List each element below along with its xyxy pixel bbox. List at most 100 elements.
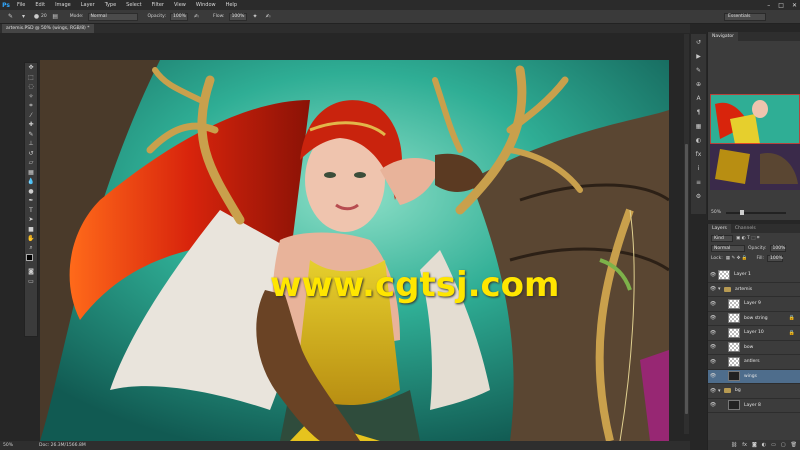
tool-presets-icon[interactable]: ⚙ xyxy=(694,192,703,201)
visibility-eye-icon[interactable]: 👁 xyxy=(708,344,718,350)
navigator-thumbnail[interactable] xyxy=(710,94,800,190)
mode-select[interactable]: Normal xyxy=(87,12,138,21)
stamp-tool-icon[interactable]: ⊥ xyxy=(25,139,37,149)
visibility-eye-icon[interactable]: 👁 xyxy=(708,373,718,379)
add-mask-icon[interactable]: ◙ xyxy=(752,442,757,448)
visibility-eye-icon[interactable]: 👁 xyxy=(708,388,718,394)
layer-name[interactable]: Layer 1 xyxy=(734,272,751,277)
tab-navigator[interactable]: Navigator xyxy=(708,32,739,41)
adjustments-icon[interactable]: ◐ xyxy=(694,136,703,145)
color-swatches[interactable] xyxy=(25,253,37,267)
layer-row[interactable]: 👁 antlers xyxy=(708,355,800,370)
visibility-eye-icon[interactable]: 👁 xyxy=(708,402,718,408)
brush-preset-icon[interactable]: ● xyxy=(32,12,41,21)
layer-name[interactable]: Layer 9 xyxy=(744,301,761,306)
document-canvas[interactable]: www.cgtsj.com xyxy=(40,60,669,441)
close-button[interactable]: ✕ xyxy=(792,2,797,9)
screen-mode-icon[interactable]: ▭ xyxy=(25,277,37,287)
dodge-tool-icon[interactable]: ● xyxy=(25,187,37,197)
visibility-eye-icon[interactable]: 👁 xyxy=(708,359,718,365)
paragraph-icon[interactable]: ¶ xyxy=(694,108,703,117)
visibility-eye-icon[interactable]: 👁 xyxy=(708,286,718,292)
adjustment-layer-icon[interactable]: ◐ xyxy=(762,442,766,448)
layer-thumbnail[interactable] xyxy=(728,400,740,411)
layer-thumbnail[interactable] xyxy=(728,342,740,353)
menu-filter[interactable]: Filter xyxy=(147,0,169,10)
delete-layer-icon[interactable]: 🗑 xyxy=(791,442,797,448)
brush-tool-icon[interactable]: ✎ xyxy=(6,12,15,21)
layer-thumbnail[interactable] xyxy=(718,269,730,280)
filter-icons[interactable]: ▣ ◐ T ⬚ ⌗ xyxy=(736,235,759,241)
layer-thumbnail[interactable] xyxy=(728,327,740,338)
properties-icon[interactable]: ≡ xyxy=(694,178,703,187)
opacity-input[interactable]: 100% xyxy=(170,12,189,21)
brush-tool-icon[interactable]: ✎ xyxy=(25,130,37,140)
layer-row[interactable]: 👁 wings xyxy=(708,369,800,384)
foreground-color-swatch[interactable] xyxy=(26,254,33,261)
layer-name[interactable]: wings xyxy=(744,374,757,379)
actions-icon[interactable]: ▶ xyxy=(694,52,703,61)
layer-thumbnail[interactable] xyxy=(728,356,740,367)
menu-edit[interactable]: Edit xyxy=(30,0,50,10)
new-group-icon[interactable]: ▭ xyxy=(771,442,776,448)
workspace-select[interactable]: Essentials xyxy=(724,13,766,21)
tab-layers[interactable]: Layers xyxy=(708,224,731,233)
link-layers-icon[interactable]: ⛓ xyxy=(731,442,737,448)
menu-type[interactable]: Type xyxy=(100,0,121,10)
lasso-tool-icon[interactable]: ◌ xyxy=(25,82,37,92)
document-tab[interactable]: artemis.PSD @ 50% (wings, RGB/8) * xyxy=(2,24,94,33)
fill-input[interactable]: 100% xyxy=(767,254,783,262)
eyedropper-tool-icon[interactable]: ⁄ xyxy=(25,111,37,121)
info-icon[interactable]: i xyxy=(694,164,703,173)
history-brush-tool-icon[interactable]: ↺ xyxy=(25,149,37,159)
menu-layer[interactable]: Layer xyxy=(76,0,100,10)
layer-thumbnail[interactable] xyxy=(728,371,740,382)
menu-file[interactable]: File xyxy=(12,0,30,10)
marquee-tool-icon[interactable]: ⬚ xyxy=(25,73,37,83)
healing-tool-icon[interactable]: ✚ xyxy=(25,120,37,130)
layer-opacity-input[interactable]: 100% xyxy=(769,244,786,252)
status-zoom[interactable]: 50% xyxy=(3,443,13,448)
layer-thumbnail[interactable] xyxy=(728,313,740,324)
swatches-icon[interactable]: ▦ xyxy=(694,122,703,131)
menu-image[interactable]: Image xyxy=(50,0,76,10)
layer-row[interactable]: 👁 bow string 🔒 xyxy=(708,312,800,326)
layer-name[interactable]: Layer 8 xyxy=(744,403,761,408)
visibility-eye-icon[interactable]: 👁 xyxy=(708,301,718,307)
character-icon[interactable]: A xyxy=(694,94,703,103)
visibility-eye-icon[interactable]: 👁 xyxy=(708,315,718,321)
layer-name[interactable]: bow string xyxy=(744,316,768,321)
move-tool-icon[interactable]: ✥ xyxy=(25,63,37,73)
quick-select-tool-icon[interactable]: ✧ xyxy=(25,92,37,102)
shape-tool-icon[interactable]: ■ xyxy=(25,225,37,235)
tab-channels[interactable]: Channels xyxy=(730,224,760,233)
pen-tool-icon[interactable]: ✒ xyxy=(25,196,37,206)
airbrush-icon[interactable]: ✦ xyxy=(251,12,260,21)
layer-name[interactable]: antlers xyxy=(744,359,760,364)
path-select-tool-icon[interactable]: ➤ xyxy=(25,215,37,225)
pressure-size-icon[interactable]: ✍ xyxy=(264,12,273,21)
flow-input[interactable]: 100% xyxy=(228,12,247,21)
visibility-eye-icon[interactable]: 👁 xyxy=(708,330,718,336)
layer-row[interactable]: 👁 Layer 9 xyxy=(708,297,800,312)
layer-row[interactable]: 👁 Layer 1 xyxy=(708,268,800,283)
gradient-tool-icon[interactable]: ▦ xyxy=(25,168,37,178)
zoom-tool-icon[interactable]: ⌕ xyxy=(25,244,37,254)
navigator-zoom-slider[interactable] xyxy=(726,210,786,215)
layer-kind-filter[interactable]: Kind xyxy=(711,234,733,242)
menu-select[interactable]: Select xyxy=(121,0,146,10)
blur-tool-icon[interactable]: 💧 xyxy=(25,177,37,187)
type-tool-icon[interactable]: T xyxy=(25,206,37,216)
navigator-zoom-value[interactable]: 50% xyxy=(711,210,721,215)
new-layer-icon[interactable]: ▢ xyxy=(781,442,786,448)
eraser-tool-icon[interactable]: ▱ xyxy=(25,158,37,168)
vertical-scrollbar[interactable] xyxy=(684,34,689,434)
layer-group-row[interactable]: 👁 ▾ bg xyxy=(708,384,800,399)
chevron-down-icon[interactable]: ▾ xyxy=(19,12,28,21)
layer-row[interactable]: 👁 Layer 10 🔒 xyxy=(708,326,800,341)
blend-mode-select[interactable]: Normal xyxy=(711,244,745,252)
menu-help[interactable]: Help xyxy=(221,0,242,10)
navigator-zoom-slider-handle[interactable] xyxy=(740,210,744,215)
layer-name[interactable]: bg xyxy=(735,388,741,393)
hand-tool-icon[interactable]: ✋ xyxy=(25,234,37,244)
